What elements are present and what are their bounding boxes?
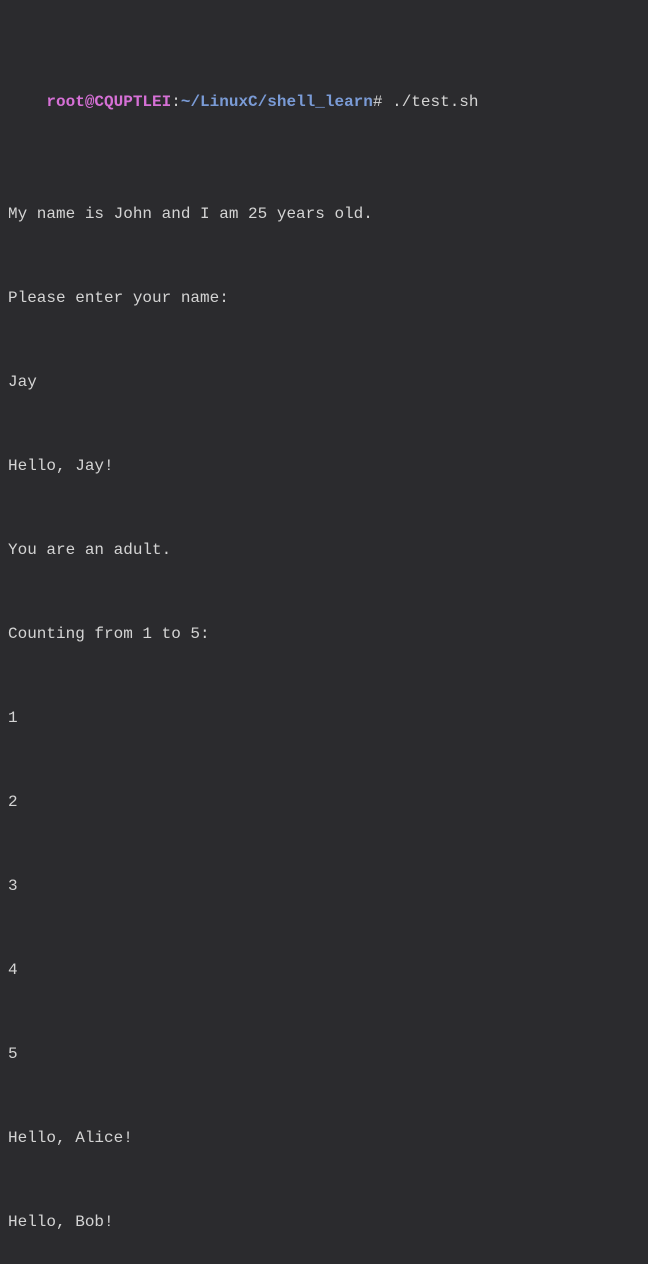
output-line: Jay [8, 368, 640, 396]
output-line: 4 [8, 956, 640, 984]
prompt-path: ~/LinuxC/shell_learn [181, 93, 373, 111]
output-line: 2 [8, 788, 640, 816]
command-text: ./test.sh [392, 93, 478, 111]
output-line: Hello, Alice! [8, 1124, 640, 1152]
output-line: Please enter your name: [8, 284, 640, 312]
output-line: 1 [8, 704, 640, 732]
output-line: Hello, Bob! [8, 1208, 640, 1236]
output-line: You are an adult. [8, 536, 640, 564]
prompt-hash: # [373, 93, 383, 111]
output-line: Hello, Jay! [8, 452, 640, 480]
output-line: My name is John and I am 25 years old. [8, 200, 640, 228]
prompt-user: root@CQUPTLEI [46, 93, 171, 111]
prompt-line: root@CQUPTLEI:~/LinuxC/shell_learn# ./te… [8, 60, 640, 144]
terminal[interactable]: root@CQUPTLEI:~/LinuxC/shell_learn# ./te… [8, 4, 640, 1264]
output-line: 5 [8, 1040, 640, 1068]
output-line: Counting from 1 to 5: [8, 620, 640, 648]
prompt-separator: : [171, 93, 181, 111]
output-line: 3 [8, 872, 640, 900]
